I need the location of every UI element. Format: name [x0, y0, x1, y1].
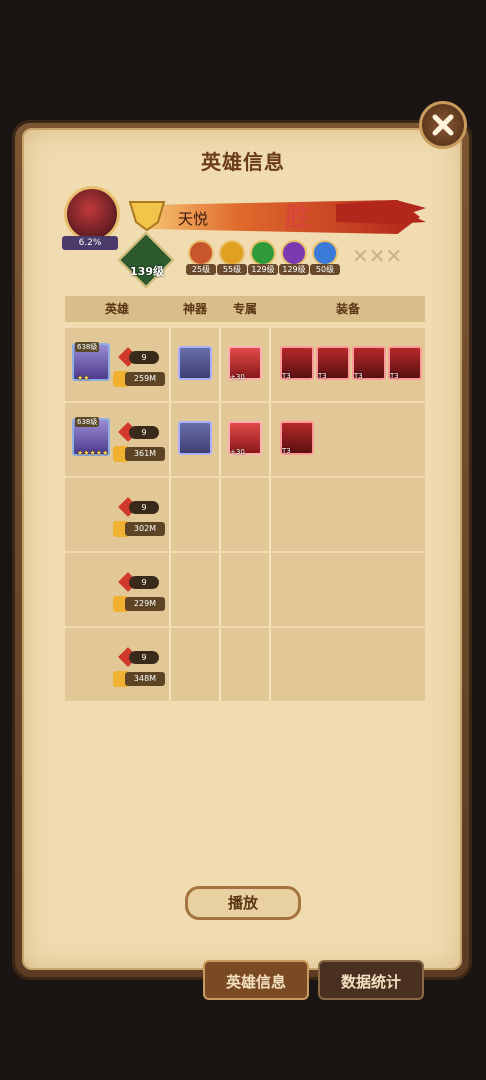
hero-rank: 9 [129, 426, 159, 439]
column-divider [219, 328, 221, 401]
hero-power: 348M [125, 672, 165, 686]
faction-2-icon [219, 240, 245, 266]
hero-rank: 9 [129, 576, 159, 589]
column-divider [269, 553, 271, 626]
hero-power: 361M [125, 447, 165, 461]
decoration-icon: ✕✕✕ [352, 244, 403, 268]
close-icon [432, 114, 454, 136]
column-hero: 英雄 [104, 302, 129, 316]
artifact-item[interactable] [178, 346, 212, 380]
player-name: 天悦 [178, 210, 209, 228]
column-divider [219, 628, 221, 701]
column-divider [169, 403, 171, 476]
hero-rank: 9 [129, 651, 159, 664]
table-header: 英雄 神器 专属 装备 [65, 296, 425, 322]
faction-level: 129级 [248, 264, 278, 275]
column-divider [219, 553, 221, 626]
hero-level: 638级 [75, 417, 100, 427]
equipment-tier: T3 [282, 447, 291, 455]
hero-rank: 9 [129, 501, 159, 514]
close-button[interactable] [419, 101, 467, 149]
hero-power: 259M [125, 372, 165, 386]
exclusive-tag: +30 [230, 373, 245, 381]
player-level: 139级 [130, 265, 164, 278]
equipment-tier: T3 [282, 372, 291, 380]
column-equipment: 装备 [335, 302, 360, 316]
column-divider [269, 628, 271, 701]
column-divider [169, 478, 171, 551]
faction-1-icon [188, 240, 214, 266]
tab-hero-info[interactable]: 英雄信息 [203, 960, 309, 1000]
win-mark: 胜 [285, 203, 312, 233]
hero-level: 638级 [75, 342, 100, 352]
equipment-tier: T3 [390, 372, 399, 380]
exclusive-tag: +30 [230, 448, 245, 456]
hero-stars: ★★ [77, 374, 90, 382]
faction-3-icon [250, 240, 276, 266]
column-divider [269, 403, 271, 476]
faction-level: 25级 [186, 264, 216, 275]
artifact-item[interactable] [178, 421, 212, 455]
column-divider [219, 403, 221, 476]
table-row: 9 302M [65, 478, 425, 551]
column-exclusive: 专属 [232, 302, 257, 316]
table-row: 9 229M [65, 553, 425, 626]
column-divider [269, 478, 271, 551]
column-artifact: 神器 [182, 302, 207, 316]
hero-power: 229M [125, 597, 165, 611]
table-row: 638级 ★★ 9 259M +30 T3 T3 T3 T3 [65, 328, 425, 401]
equipment-tier: T3 [318, 372, 327, 380]
table-row: 638级 ★★★★★ 9 361M +30 T3 [65, 403, 425, 476]
faction-level: 50级 [310, 264, 340, 275]
avatar-percent: 6.2% [62, 236, 118, 250]
faction-5-icon [312, 240, 338, 266]
ribbon-decoration [336, 200, 426, 224]
trophy-icon [128, 201, 166, 232]
hero-stars: ★★★★★ [77, 449, 109, 457]
tab-statistics[interactable]: 数据统计 [318, 960, 424, 1000]
column-divider [169, 553, 171, 626]
column-divider [219, 478, 221, 551]
column-divider [269, 328, 271, 401]
faction-level: 55级 [217, 264, 247, 275]
faction-4-icon [281, 240, 307, 266]
equipment-tier: T3 [354, 372, 363, 380]
page-title: 英雄信息 [201, 150, 285, 174]
column-divider [169, 328, 171, 401]
hero-rank: 9 [129, 351, 159, 364]
column-divider [169, 628, 171, 701]
player-avatar[interactable] [64, 186, 120, 242]
faction-level: 129级 [279, 264, 309, 275]
play-button[interactable]: 播放 [185, 886, 301, 920]
table-row: 9 348M [65, 628, 425, 701]
hero-power: 302M [125, 522, 165, 536]
